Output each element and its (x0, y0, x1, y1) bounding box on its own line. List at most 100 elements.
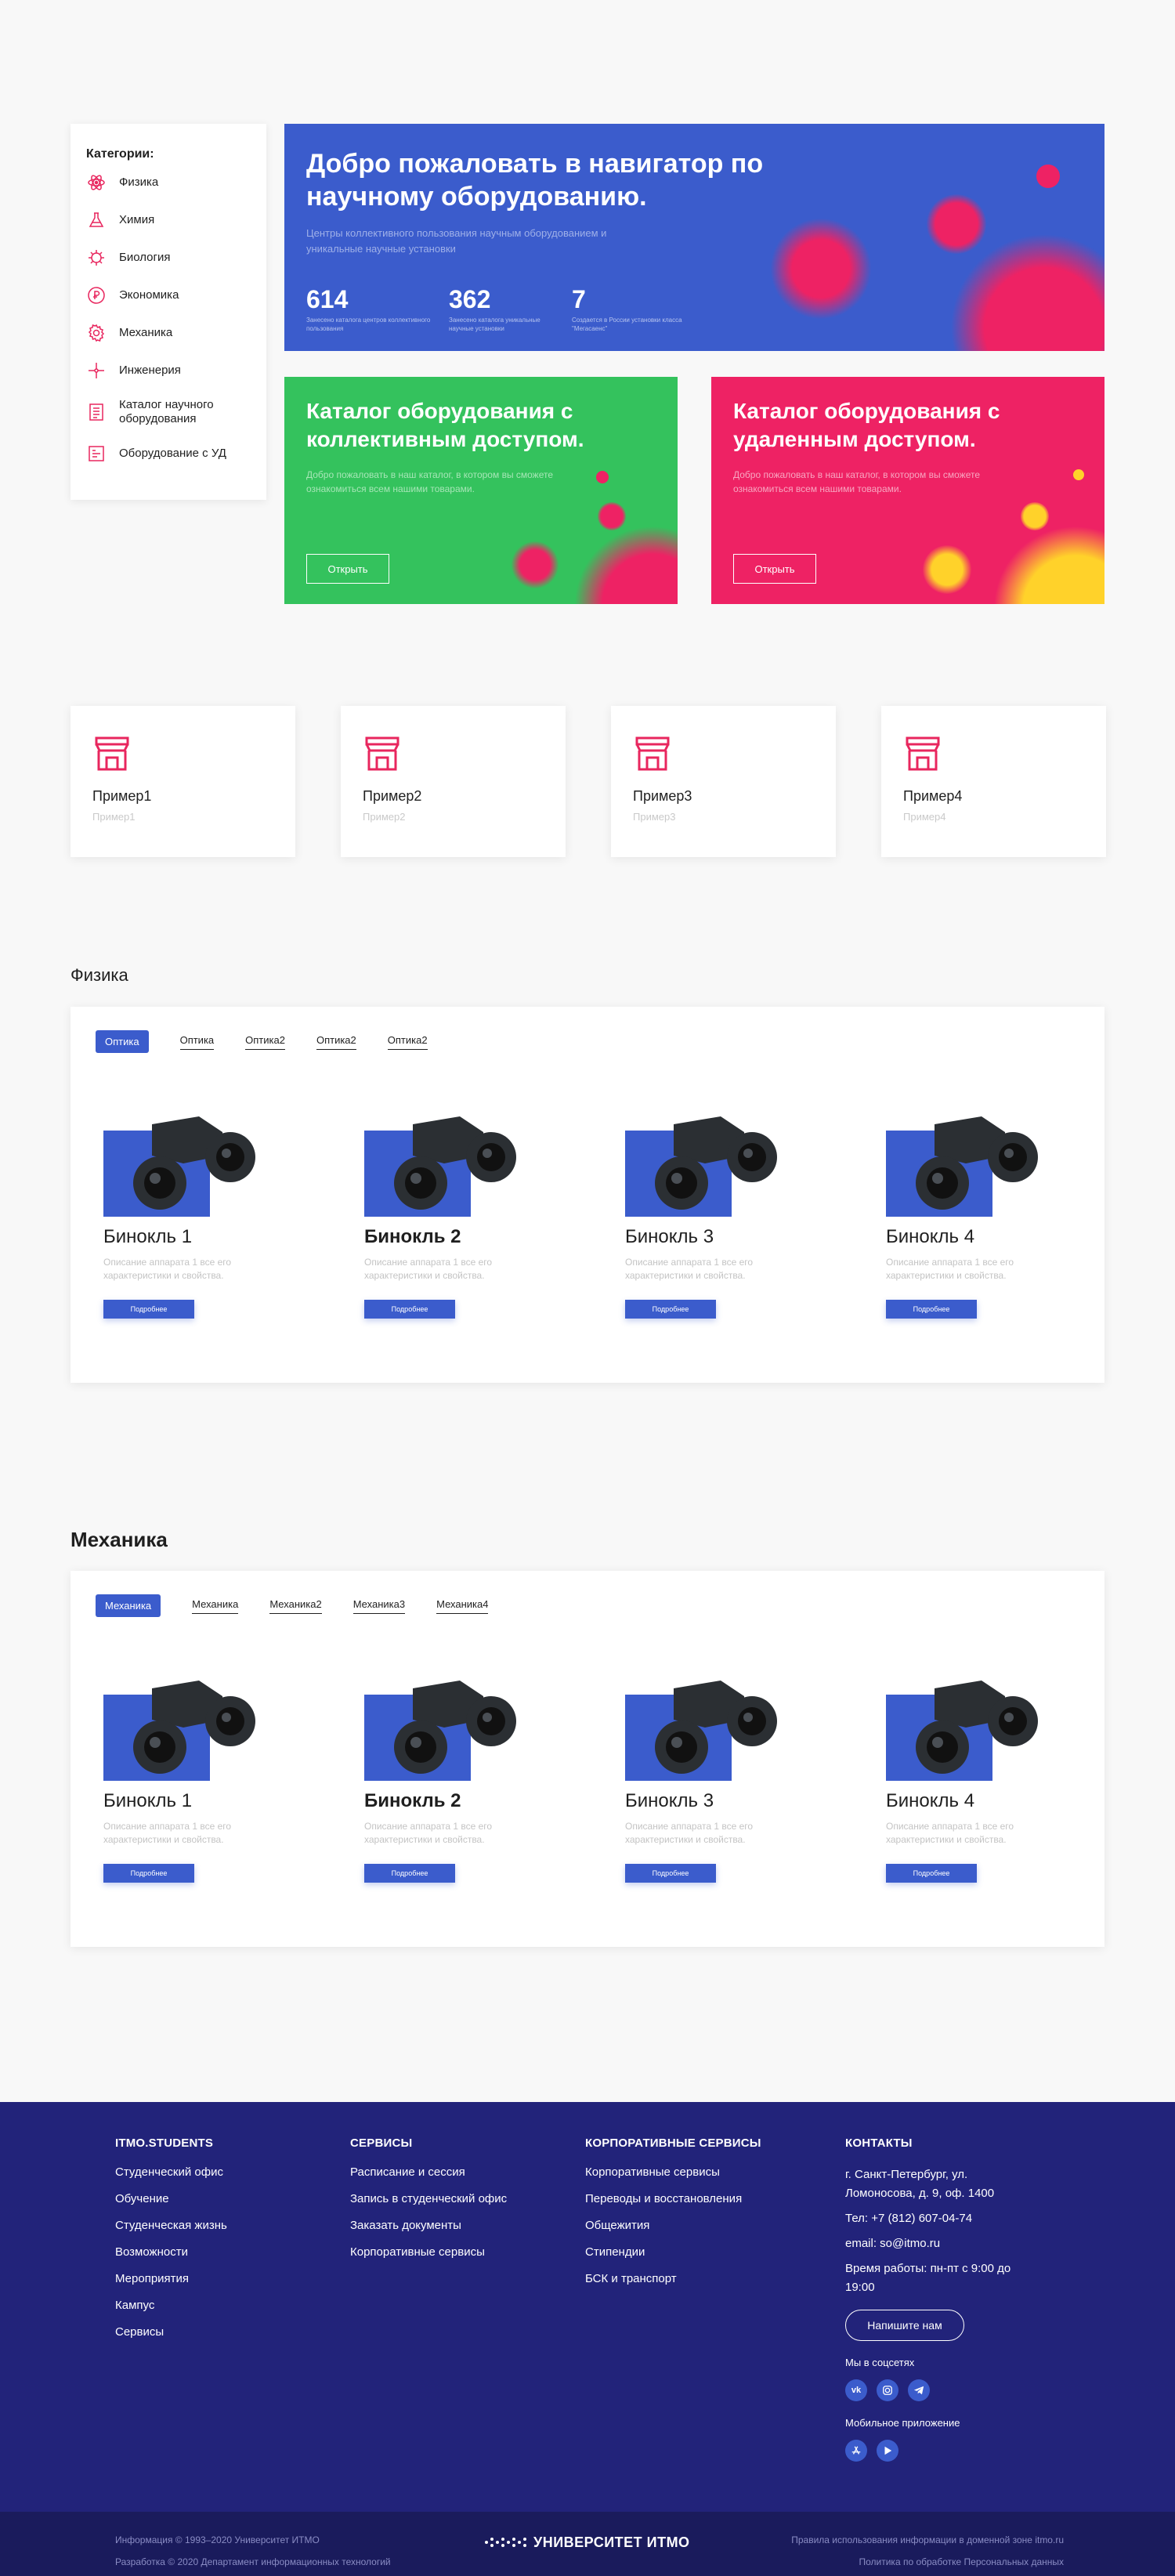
product-card[interactable]: Бинокль 3 Описание аппарата 1 все его ха… (625, 1673, 813, 1883)
hero-title: Добро пожаловать в навигатор по научному… (306, 149, 764, 212)
decor-blob (512, 541, 559, 588)
tab-optics-active[interactable]: Оптика (96, 1030, 149, 1053)
shop-icon (635, 736, 670, 771)
product-card[interactable]: Бинокль 1 Описание аппарата 1 все его ха… (103, 1673, 291, 1883)
decor-blob (770, 218, 872, 320)
example-card[interactable]: Пример3 Пример3 (611, 706, 836, 857)
footer-link[interactable]: Запись в студенческий офис (350, 2192, 507, 2205)
details-button[interactable]: Подробнее (625, 1300, 716, 1319)
product-image (625, 1673, 782, 1782)
telegram-icon[interactable] (908, 2379, 930, 2401)
open-button[interactable]: Открыть (306, 554, 389, 584)
catalog-description: Добро пожаловать в наш каталог, в которо… (733, 469, 981, 494)
privacy-link[interactable]: Политика по обработке Персональных данны… (791, 2551, 1064, 2573)
footer-link[interactable]: Сервисы (115, 2325, 227, 2339)
app-store-icon[interactable] (845, 2440, 867, 2462)
footer-link[interactable]: Общежития (585, 2219, 761, 2232)
example-subtitle: Пример1 (92, 811, 136, 823)
details-button[interactable]: Подробнее (103, 1864, 194, 1883)
product-name: Бинокль 1 (103, 1790, 193, 1811)
tab-optics2[interactable]: Оптика2 (245, 1034, 285, 1050)
gear-icon (86, 323, 107, 343)
app-title: Мобильное приложение (845, 2417, 960, 2429)
binoculars-image (655, 1116, 777, 1210)
category-economics[interactable]: Экономика (86, 285, 251, 306)
puzzle-icon (86, 360, 107, 381)
category-chemistry[interactable]: Химия (86, 210, 251, 230)
catalog-collective-card: Каталог оборудования с коллективным дост… (284, 377, 678, 604)
details-button[interactable]: Подробнее (103, 1300, 194, 1319)
mechanics-tabs: Механика Механика Механика2 Механика3 Ме… (96, 1594, 519, 1617)
product-card[interactable]: Бинокль 3 Описание аппарата 1 все его ха… (625, 1109, 813, 1319)
footer-students: ITMO.STUDENTS Студенческий офис Обучение… (115, 2136, 227, 2352)
stat-megascience: 7 Создается в России установки класса "М… (572, 284, 689, 333)
footer-link[interactable]: Заказать документы (350, 2219, 507, 2232)
decor-blob (598, 502, 626, 530)
flask-icon (86, 210, 107, 230)
decor-blob (993, 526, 1104, 604)
tab-mechanics4[interactable]: Механика4 (436, 1598, 489, 1614)
footer-link[interactable]: Обучение (115, 2192, 227, 2205)
product-card[interactable]: Бинокль 2 Описание аппарата 1 все его ха… (364, 1109, 552, 1319)
tab-mechanics[interactable]: Механика (192, 1598, 239, 1614)
footer-link[interactable]: Корпоративные сервисы (585, 2165, 761, 2179)
product-card[interactable]: Бинокль 4 Описание аппарата 1 все его ха… (886, 1109, 1074, 1319)
decor-blob (927, 194, 986, 254)
product-image (364, 1673, 521, 1782)
footer-link[interactable]: Корпоративные сервисы (350, 2245, 507, 2259)
category-physics[interactable]: Физика (86, 172, 251, 193)
footer-link[interactable]: Кампус (115, 2299, 227, 2312)
decor-blob (1073, 469, 1084, 480)
product-card[interactable]: Бинокль 2 Описание аппарата 1 все его ха… (364, 1673, 552, 1883)
decor-blob (1021, 502, 1049, 530)
footer-link[interactable]: Мероприятия (115, 2272, 227, 2285)
details-button[interactable]: Подробнее (625, 1864, 716, 1883)
category-label: Механика (119, 326, 173, 339)
product-image (103, 1673, 260, 1782)
stat-number: 7 (572, 285, 586, 313)
example-card[interactable]: Пример1 Пример1 (70, 706, 295, 857)
tab-mechanics-active[interactable]: Механика (96, 1594, 161, 1617)
instagram-icon[interactable] (877, 2379, 898, 2401)
footer-link[interactable]: Возможности (115, 2245, 227, 2259)
product-card[interactable]: Бинокль 1 Описание аппарата 1 все его ха… (103, 1109, 291, 1319)
tab-optics2[interactable]: Оптика2 (316, 1034, 356, 1050)
product-card[interactable]: Бинокль 4 Описание аппарата 1 все его ха… (886, 1673, 1074, 1883)
tab-optics[interactable]: Оптика (179, 1034, 215, 1050)
write-us-button[interactable]: Напишите нам (845, 2310, 964, 2341)
tab-optics2[interactable]: Оптика2 (387, 1034, 428, 1050)
tab-mechanics2[interactable]: Механика2 (269, 1598, 322, 1614)
footer-link[interactable]: Стипендии (585, 2245, 761, 2259)
details-button[interactable]: Подробнее (364, 1300, 455, 1319)
category-remote-equipment[interactable]: Оборудование с УД (86, 443, 251, 464)
details-button[interactable]: Подробнее (364, 1864, 455, 1883)
stat-label: Создается в России установки класса "Мег… (572, 317, 682, 332)
footer-link[interactable]: Расписание и сессия (350, 2165, 507, 2179)
product-name: Бинокль 1 (103, 1226, 193, 1247)
example-card[interactable]: Пример2 Пример2 (341, 706, 566, 857)
google-play-icon[interactable] (877, 2440, 898, 2462)
footer-contacts: КОНТАКТЫ г. Санкт-Петербург, ул. Ломонос… (845, 2136, 1033, 2462)
legal-links: Правила использования информации в домен… (791, 2529, 1064, 2573)
footer-link[interactable]: Студенческий офис (115, 2165, 227, 2179)
example-card[interactable]: Пример4 Пример4 (881, 706, 1106, 857)
decor-blob (950, 233, 1104, 351)
details-button[interactable]: Подробнее (886, 1864, 977, 1883)
details-button[interactable]: Подробнее (886, 1300, 977, 1319)
example-title: Пример4 (903, 788, 963, 804)
category-mechanics[interactable]: Механика (86, 323, 251, 343)
footer-corporate: КОРПОРАТИВНЫЕ СЕРВИСЫ Корпоративные серв… (585, 2136, 761, 2299)
decor-blob (574, 526, 678, 604)
open-button[interactable]: Открыть (733, 554, 816, 584)
category-label: Инженерия (119, 364, 181, 377)
category-biology[interactable]: Биология (86, 248, 251, 268)
category-catalog[interactable]: Каталог научного оборудования (86, 398, 251, 426)
vk-icon[interactable]: vk (845, 2379, 867, 2401)
category-engineering[interactable]: Инженерия (86, 360, 251, 381)
terms-link[interactable]: Правила использования информации в домен… (791, 2529, 1064, 2551)
itmo-logo[interactable]: УНИВЕРСИТЕТ ИТМО (482, 2532, 690, 2552)
footer-link[interactable]: Переводы и восстановления (585, 2192, 761, 2205)
footer-link[interactable]: Студенческая жизнь (115, 2219, 227, 2232)
tab-mechanics3[interactable]: Механика3 (352, 1598, 406, 1614)
footer-link[interactable]: БСК и транспорт (585, 2272, 761, 2285)
